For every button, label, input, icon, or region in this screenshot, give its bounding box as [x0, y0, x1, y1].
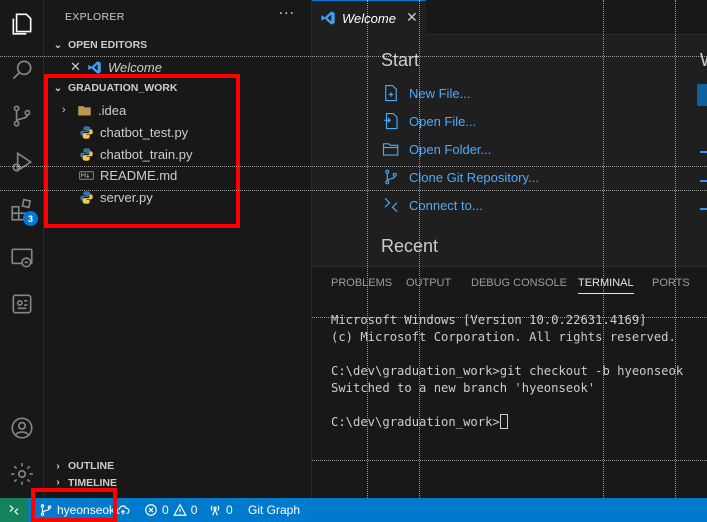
ports-count: 0	[226, 503, 233, 517]
chevron-right-icon: ›	[56, 460, 60, 472]
tab-debug-console[interactable]: DEBUG CONSOLE	[471, 272, 567, 294]
open-folder-icon	[382, 140, 400, 158]
guide-line	[0, 166, 707, 167]
terminal-line: Switched to a new branch 'hyeonseok'	[331, 381, 596, 395]
walkthrough-item-partial[interactable]	[697, 84, 707, 106]
open-editor-label: Welcome	[108, 59, 162, 75]
settings-gear-icon[interactable]	[6, 458, 38, 490]
sync-button[interactable]	[116, 498, 134, 522]
bottom-panel: PROBLEMS OUTPUT DEBUG CONSOLE TERMINAL P…	[312, 266, 707, 498]
explorer-title: EXPLORER	[65, 11, 125, 23]
tab-ports[interactable]: PORTS	[652, 272, 690, 294]
walkthrough-progress-partial	[700, 180, 707, 184]
error-count: 0	[162, 503, 169, 517]
open-editors-title: OPEN EDITORS	[68, 39, 148, 51]
error-icon	[145, 504, 157, 516]
warning-icon	[172, 503, 187, 516]
editor-tabbar: Welcome ✕	[312, 0, 707, 35]
tab-problems[interactable]: PROBLEMS	[331, 272, 392, 294]
tab-output[interactable]: OUTPUT	[406, 272, 451, 294]
vscode-icon	[86, 59, 102, 75]
clone-git-repo-link[interactable]: Clone Git Repository...	[382, 166, 539, 188]
walkthrough-heading-partial: W	[700, 50, 707, 71]
terminal-line: Microsoft Windows [Version 10.0.22631.41…	[331, 313, 647, 327]
tab-welcome[interactable]: Welcome ✕	[312, 0, 426, 35]
walkthrough-progress-partial	[700, 151, 707, 155]
activity-bar: 3	[0, 0, 44, 498]
tab-terminal[interactable]: TERMINAL	[578, 272, 634, 294]
vscode-icon	[321, 11, 335, 25]
guide-line	[0, 190, 707, 191]
close-icon[interactable]: ✕	[406, 10, 418, 26]
remote-connect-icon	[382, 196, 400, 214]
run-debug-icon[interactable]	[6, 146, 38, 178]
annotation-box-folder	[44, 74, 240, 228]
clone-repo-icon	[382, 168, 400, 186]
remote-icon	[9, 505, 19, 515]
terminal-prompt-line: C:\dev\graduation_work>	[331, 414, 683, 431]
tab-label: Welcome	[342, 10, 396, 26]
terminal-output[interactable]: Microsoft Windows [Version 10.0.22631.41…	[331, 312, 683, 431]
outline-section[interactable]: › OUTLINE	[52, 456, 114, 476]
source-control-icon[interactable]	[6, 100, 38, 132]
terminal-line: C:\dev\graduation_work>git checkout -b h…	[331, 364, 684, 378]
open-file-icon	[382, 112, 400, 130]
copilot-icon[interactable]	[6, 288, 38, 320]
terminal-line: (c) Microsoft Corporation. All rights re…	[331, 330, 676, 344]
guide-line	[0, 56, 707, 57]
remote-indicator[interactable]	[0, 498, 28, 522]
guide-line	[312, 317, 707, 318]
start-item-label: Open Folder...	[409, 141, 492, 157]
new-file-icon	[382, 84, 400, 102]
account-icon[interactable]	[6, 412, 38, 444]
open-editors-section[interactable]: ⌄ OPEN EDITORS	[52, 35, 147, 55]
warning-count: 0	[190, 503, 198, 517]
outline-title: OUTLINE	[68, 460, 115, 472]
explorer-icon[interactable]	[6, 8, 38, 40]
close-icon[interactable]: ✕	[70, 59, 86, 75]
ports-indicator[interactable]: 0	[208, 498, 233, 522]
guide-line	[367, 0, 368, 498]
guide-line	[312, 460, 707, 461]
start-item-label: Connect to...	[409, 197, 483, 213]
terminal-cursor	[499, 414, 508, 429]
extensions-icon[interactable]: 3	[6, 194, 38, 226]
open-file-link[interactable]: Open File...	[382, 110, 476, 132]
search-icon[interactable]	[6, 54, 38, 86]
broadcast-icon	[210, 505, 220, 516]
walkthrough-progress-partial	[700, 208, 707, 212]
chevron-right-icon: ›	[56, 477, 60, 488]
problems-indicator[interactable]: 0 0	[144, 498, 197, 522]
extensions-badge: 3	[23, 211, 38, 226]
annotation-box-branch	[31, 488, 117, 522]
connect-to-link[interactable]: Connect to...	[382, 194, 483, 216]
terminal-prompt: C:\dev\graduation_work>	[331, 415, 500, 429]
chevron-down-icon: ⌄	[53, 39, 63, 51]
guide-line	[603, 0, 604, 498]
start-item-label: Clone Git Repository...	[409, 169, 539, 185]
git-graph-button[interactable]: Git Graph	[248, 498, 300, 522]
more-actions-icon[interactable]: ···	[279, 6, 295, 22]
open-folder-link[interactable]: Open Folder...	[382, 138, 491, 160]
new-file-link[interactable]: New File...	[382, 82, 470, 104]
cloud-upload-icon	[116, 505, 130, 515]
guide-line	[419, 0, 420, 498]
guide-line	[675, 0, 676, 498]
start-heading: Start	[381, 50, 420, 70]
recent-heading: Recent	[381, 236, 439, 256]
remote-explorer-icon[interactable]	[6, 242, 38, 274]
